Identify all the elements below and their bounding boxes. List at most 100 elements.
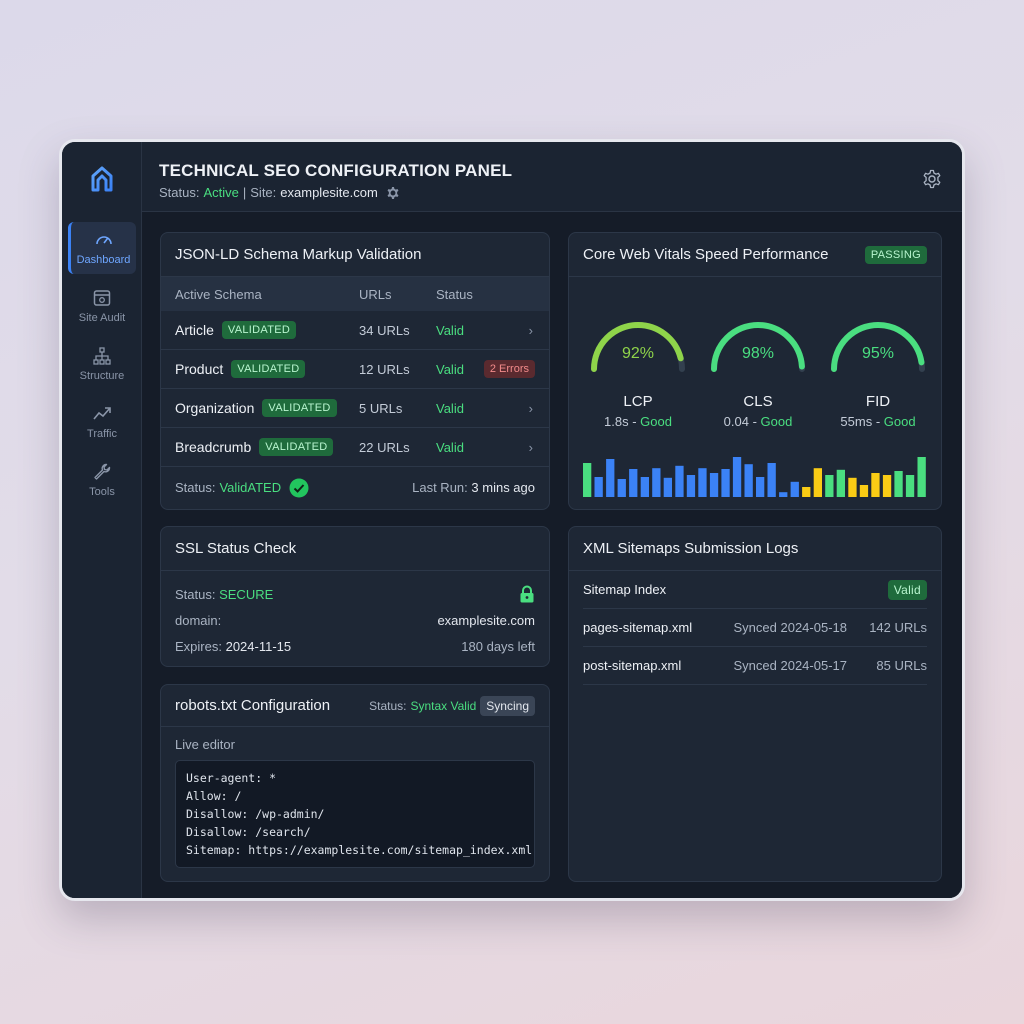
sitemap-name: post-sitemap.xml [583, 658, 682, 673]
sitemap-name: pages-sitemap.xml [583, 620, 693, 635]
valid-badge: Valid [887, 579, 927, 600]
gauge-name: CLS [743, 393, 773, 410]
list-item[interactable]: pages-sitemap.xml Synced 2024-05-18 142 … [583, 609, 927, 647]
url-count: 5 URLs [359, 400, 403, 416]
sidebar-item-traffic[interactable]: Traffic [68, 396, 136, 448]
site-settings-gear-icon[interactable] [386, 186, 400, 200]
chart-bar [917, 457, 926, 497]
chart-bar [594, 477, 603, 497]
page-subtitle: Status: Active | Site: examplesite.com [159, 185, 400, 200]
trend-up-icon [93, 407, 111, 420]
sidebar-item-dashboard[interactable]: Dashboard [68, 222, 136, 274]
sidebar-item-label: Structure [79, 370, 125, 382]
table-header: Active Schema URLs Status [161, 277, 549, 311]
chevron-right-icon[interactable]: › [529, 401, 533, 416]
chevron-right-icon[interactable]: › [529, 440, 533, 455]
card-title: JSON-LD Schema Markup Validation [175, 246, 422, 263]
chart-bar [779, 492, 788, 497]
gauge-value: 0.04 - Good [723, 414, 793, 429]
chart-bar [767, 463, 776, 497]
gauge-percent: 92% [621, 345, 655, 362]
chart-bar [629, 469, 638, 497]
app-logo-icon[interactable] [90, 166, 114, 192]
chart-bar [848, 477, 857, 497]
robots-config-card: robots.txt Configuration Status: Syntax … [160, 684, 550, 882]
url-count: 22 URLs [359, 439, 410, 455]
chart-bar [905, 475, 915, 497]
validated-badge: VALIDATED [221, 321, 297, 339]
error-badge[interactable]: 2 Errors [483, 360, 535, 378]
chart-bar [744, 464, 753, 497]
chart-bar [663, 477, 672, 497]
card-title: SSL Status Check [175, 540, 297, 557]
chart-bar [606, 459, 615, 497]
status-label: Status: [159, 185, 200, 200]
chart-bar [686, 475, 696, 497]
gauge-percent: 98% [741, 345, 775, 362]
expires-label: Expires: [175, 638, 222, 654]
schema-name: Organization [175, 400, 255, 416]
syncing-badge: Syncing [480, 695, 535, 716]
core-web-vitals-card: Core Web Vitals Speed Performance PASSIN… [568, 232, 942, 510]
list-item[interactable]: post-sitemap.xml Synced 2024-05-17 85 UR… [583, 647, 927, 685]
sidebar-item-structure[interactable]: Structure [68, 338, 136, 390]
gauge-name: LCP [623, 393, 653, 410]
footer-status-label: Status: [175, 480, 216, 495]
chart-bar [825, 475, 834, 497]
performance-bar-chart [583, 457, 926, 497]
table-row[interactable]: Breadcrumb VALIDATED 22 URLs Valid › [161, 428, 549, 467]
domain-label: domain: [175, 612, 222, 628]
days-left: 180 days left [461, 638, 535, 654]
sidebar: Dashboard Site Audit Structure Traffic T… [62, 142, 142, 898]
wrench-icon [94, 463, 111, 480]
main-content: JSON-LD Schema Markup Validation Active … [142, 212, 962, 898]
sidebar-item-tools[interactable]: Tools [68, 454, 136, 506]
chevron-right-icon[interactable]: › [529, 323, 533, 338]
row-status: Valid [436, 439, 464, 455]
browser-window-icon [93, 290, 111, 306]
chart-bar [617, 479, 626, 497]
editor-label: Live editor [175, 737, 235, 752]
site-label: Site: [250, 185, 277, 200]
sitemap-tree-icon [93, 347, 111, 365]
check-circle-icon [289, 478, 309, 497]
chart-bar [640, 477, 649, 497]
row-status: Valid [436, 400, 464, 416]
sitemap-urls: 142 URLs [869, 620, 927, 635]
status-value: Active [203, 185, 239, 200]
sitemap-synced: Synced 2024-05-17 [733, 658, 847, 673]
gauge-value: 1.8s - Good [604, 414, 672, 429]
page-title: TECHNICAL SEO CONFIGURATION PANEL [159, 161, 513, 180]
gauge-percent: 95% [861, 345, 895, 362]
table-row[interactable]: Organization VALIDATED 5 URLs Valid › [161, 389, 549, 428]
table-row[interactable]: Product VALIDATED 12 URLs Valid 2 Errors [161, 350, 549, 389]
sitemap-urls: 85 URLs [876, 658, 927, 673]
ssl-status-value: SECURE [219, 586, 274, 602]
settings-gear-icon[interactable] [922, 169, 942, 189]
footer-status-value: ValidATED [219, 480, 282, 495]
lock-icon [520, 585, 534, 603]
site-value: examplesite.com [280, 185, 378, 200]
sitemap-index-label: Sitemap Index [583, 582, 667, 597]
validated-badge: VALIDATED [231, 360, 306, 378]
chart-bar [836, 469, 845, 497]
table-row[interactable]: Article VALIDATED 34 URLs Valid › [161, 311, 549, 350]
column-header: Active Schema [175, 286, 262, 302]
chart-bar [583, 463, 592, 497]
row-status: Valid [436, 322, 464, 338]
chart-bar [894, 471, 903, 497]
row-status: Valid [436, 361, 464, 377]
sidebar-item-label: Site Audit [78, 312, 126, 324]
robots-code-editor[interactable]: User-agent: * Allow: / Disallow: /wp-adm… [175, 760, 535, 868]
url-count: 12 URLs [359, 361, 410, 377]
sidebar-item-site-audit[interactable]: Site Audit [68, 280, 136, 332]
robots-status-label: Status: [369, 698, 407, 713]
card-title: robots.txt Configuration [175, 697, 331, 714]
sitemap-index-row[interactable]: Sitemap Index Valid [583, 571, 927, 609]
card-title: Core Web Vitals Speed Performance [583, 246, 829, 263]
last-run-label: Last Run: [412, 480, 468, 495]
chart-bar [652, 468, 661, 497]
chart-bar [732, 457, 742, 497]
chart-bar [756, 477, 765, 497]
chart-bar [813, 468, 822, 497]
